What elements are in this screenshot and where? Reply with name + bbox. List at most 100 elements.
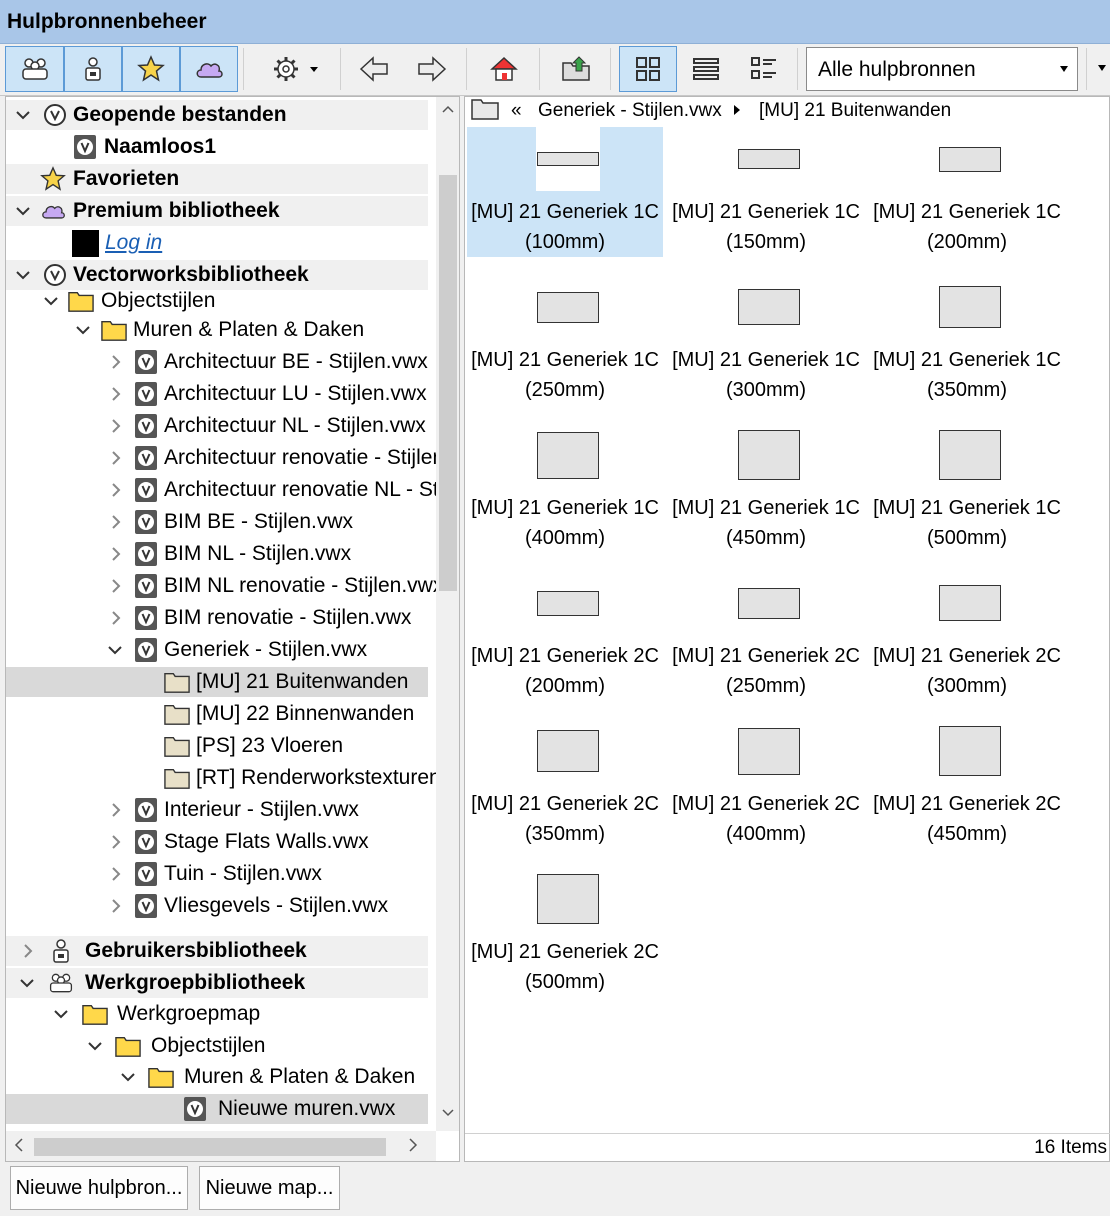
chevron-down-icon[interactable] [14, 105, 32, 125]
cloud-library-button[interactable] [180, 46, 238, 92]
resource-tile[interactable]: [MU] 21 Generiek 1C (150mm) [668, 127, 864, 257]
view-grid-button[interactable] [619, 46, 677, 92]
chevron-down-icon[interactable] [74, 320, 92, 340]
tree-header-workgroup-library[interactable]: Werkgroepbibliotheek [6, 968, 428, 998]
chevron-right-icon[interactable] [106, 512, 124, 532]
tree-subfolder[interactable]: [MU] 21 Buitenwanden [6, 667, 428, 697]
chevron-right-icon[interactable] [106, 800, 124, 820]
chevron-down-icon[interactable] [42, 291, 60, 311]
chevron-right-icon[interactable] [106, 448, 124, 468]
chevron-right-icon[interactable] [106, 544, 124, 564]
chevron-right-icon[interactable] [106, 416, 124, 436]
resource-tile[interactable]: [MU] 21 Generiek 2C (500mm) [467, 867, 663, 997]
chevron-down-icon[interactable] [86, 1036, 104, 1056]
scroll-right-icon[interactable] [408, 1138, 418, 1152]
scrollbar-thumb[interactable] [34, 1138, 386, 1156]
resource-tile[interactable]: [MU] 21 Generiek 1C (400mm) [467, 423, 663, 553]
new-folder-button[interactable]: Nieuwe map... [199, 1166, 340, 1210]
tree-folder-workgroup-object-styles[interactable]: Objectstijlen [6, 1031, 428, 1061]
breadcrumb-file[interactable]: Generiek - Stijlen.vwx [538, 100, 722, 122]
tree-file[interactable]: Architectuur LU - Stijlen.vwx [6, 379, 428, 409]
chevron-right-icon[interactable] [106, 608, 124, 628]
tree-file[interactable]: Tuin - Stijlen.vwx [6, 859, 428, 889]
toolbar-overflow-icon[interactable] [1098, 65, 1106, 71]
scroll-left-icon[interactable] [14, 1138, 24, 1152]
resource-tile[interactable]: [MU] 21 Generiek 1C (100mm) [467, 127, 663, 257]
chevron-right-icon[interactable] [106, 384, 124, 404]
tree-file[interactable]: Architectuur BE - Stijlen.vwx [6, 347, 428, 377]
folder-icon [164, 736, 190, 757]
chevron-down-icon[interactable] [18, 973, 36, 993]
tree-file[interactable]: BIM renovatie - Stijlen.vwx [6, 603, 428, 633]
back-button[interactable] [350, 46, 398, 92]
tree-header-favorites[interactable]: Favorieten [6, 164, 428, 194]
tree-header-user-library[interactable]: Gebruikersbibliotheek [6, 936, 428, 966]
chevron-down-icon[interactable] [14, 201, 32, 221]
tree-file[interactable]: Architectuur NL - Stijlen.vwx [6, 411, 428, 441]
chevron-down-icon[interactable] [14, 265, 32, 285]
forward-button[interactable] [408, 46, 456, 92]
tree-file[interactable]: BIM BE - Stijlen.vwx [6, 507, 428, 537]
breadcrumb-folder[interactable]: [MU] 21 Buitenwanden [759, 100, 951, 122]
tree-folder-workgroup-walls[interactable]: Muren & Platen & Daken [6, 1062, 428, 1092]
tree-subfolder[interactable]: [MU] 22 Binnenwanden [6, 699, 428, 729]
chevron-right-icon[interactable] [106, 832, 124, 852]
tree-item-open-file[interactable]: Naamloos1 [6, 132, 428, 162]
tree-folder-walls[interactable]: Muren & Platen & Daken [6, 315, 428, 345]
tree-file[interactable]: Architectuur renovatie NL - Stijlen.vwx [6, 475, 459, 505]
chevron-right-icon[interactable] [106, 896, 124, 916]
favorites-button[interactable] [122, 46, 180, 92]
tree-folder-workgroup[interactable]: Werkgroepmap [6, 999, 428, 1029]
tree-folder-object-styles[interactable]: Objectstijlen [6, 286, 428, 316]
resource-tile[interactable]: [MU] 21 Generiek 1C (450mm) [668, 423, 864, 553]
library-filter-select[interactable]: Alle hulpbronnen [806, 47, 1078, 91]
tree-subfolder[interactable]: [PS] 23 Vloeren [6, 731, 428, 761]
chevron-right-icon[interactable] [106, 480, 124, 500]
chevron-right-icon[interactable] [18, 941, 36, 961]
chevron-right-icon[interactable] [106, 864, 124, 884]
chevron-down-icon[interactable] [106, 640, 124, 660]
chevron-down-icon[interactable] [119, 1067, 137, 1087]
tree-file[interactable]: Interieur - Stijlen.vwx [6, 795, 428, 825]
resource-tile[interactable]: [MU] 21 Generiek 2C (200mm) [467, 571, 663, 701]
tree-header-premium[interactable]: Premium bibliotheek [6, 196, 428, 226]
view-details-button[interactable] [740, 46, 788, 92]
import-button[interactable] [552, 46, 600, 92]
login-link[interactable]: Log in [105, 231, 162, 255]
breadcrumb-back[interactable]: « [511, 100, 522, 122]
tree-file[interactable]: BIM NL renovatie - Stijlen.vwx [6, 571, 443, 601]
tree-file[interactable]: Vliesgevels - Stijlen.vwx [6, 891, 428, 921]
chevron-right-icon[interactable] [106, 352, 124, 372]
tree-file-workgroup[interactable]: Nieuwe muren.vwx [6, 1094, 428, 1124]
chevron-down-icon[interactable] [52, 1004, 70, 1024]
resource-tile[interactable]: [MU] 21 Generiek 1C (350mm) [869, 275, 1065, 405]
resource-tile[interactable]: [MU] 21 Generiek 1C (250mm) [467, 275, 663, 405]
settings-button[interactable] [258, 46, 332, 92]
scrollbar-thumb[interactable] [439, 175, 457, 591]
resource-tile[interactable]: [MU] 21 Generiek 2C (400mm) [668, 719, 864, 849]
resource-tile[interactable]: [MU] 21 Generiek 1C (300mm) [668, 275, 864, 405]
tree-file[interactable]: Stage Flats Walls.vwx [6, 827, 428, 857]
view-list-button[interactable] [682, 46, 730, 92]
resource-tile[interactable]: [MU] 21 Generiek 2C (300mm) [869, 571, 1065, 701]
tree-file[interactable]: Generiek - Stijlen.vwx [6, 635, 428, 665]
resource-tile[interactable]: [MU] 21 Generiek 1C (200mm) [869, 127, 1065, 257]
tree-vertical-scrollbar[interactable] [436, 97, 459, 1131]
resource-tile[interactable]: [MU] 21 Generiek 2C (350mm) [467, 719, 663, 849]
resource-tile[interactable]: [MU] 21 Generiek 2C (450mm) [869, 719, 1065, 849]
tree-subfolder[interactable]: [RT] Renderworkstexturen [6, 763, 441, 793]
tree-header-open-files[interactable]: Geopende bestanden [6, 100, 428, 130]
tree-file[interactable]: BIM NL - Stijlen.vwx [6, 539, 428, 569]
chevron-right-icon[interactable] [106, 576, 124, 596]
tree-horizontal-scrollbar[interactable] [6, 1131, 436, 1161]
new-resource-button[interactable]: Nieuwe hulpbron... [10, 1166, 188, 1210]
scroll-down-icon[interactable] [442, 1109, 454, 1117]
tree-file[interactable]: Architectuur renovatie - Stijlen.vwx [6, 443, 459, 473]
resource-tile[interactable]: [MU] 21 Generiek 1C (500mm) [869, 423, 1065, 553]
resource-tile[interactable]: [MU] 21 Generiek 2C (250mm) [668, 571, 864, 701]
user-library-button[interactable] [64, 46, 122, 92]
workgroup-library-button[interactable] [5, 46, 64, 92]
home-button[interactable] [480, 46, 528, 92]
scroll-up-icon[interactable] [442, 105, 454, 113]
tree-item-login[interactable]: Log in [6, 228, 428, 258]
